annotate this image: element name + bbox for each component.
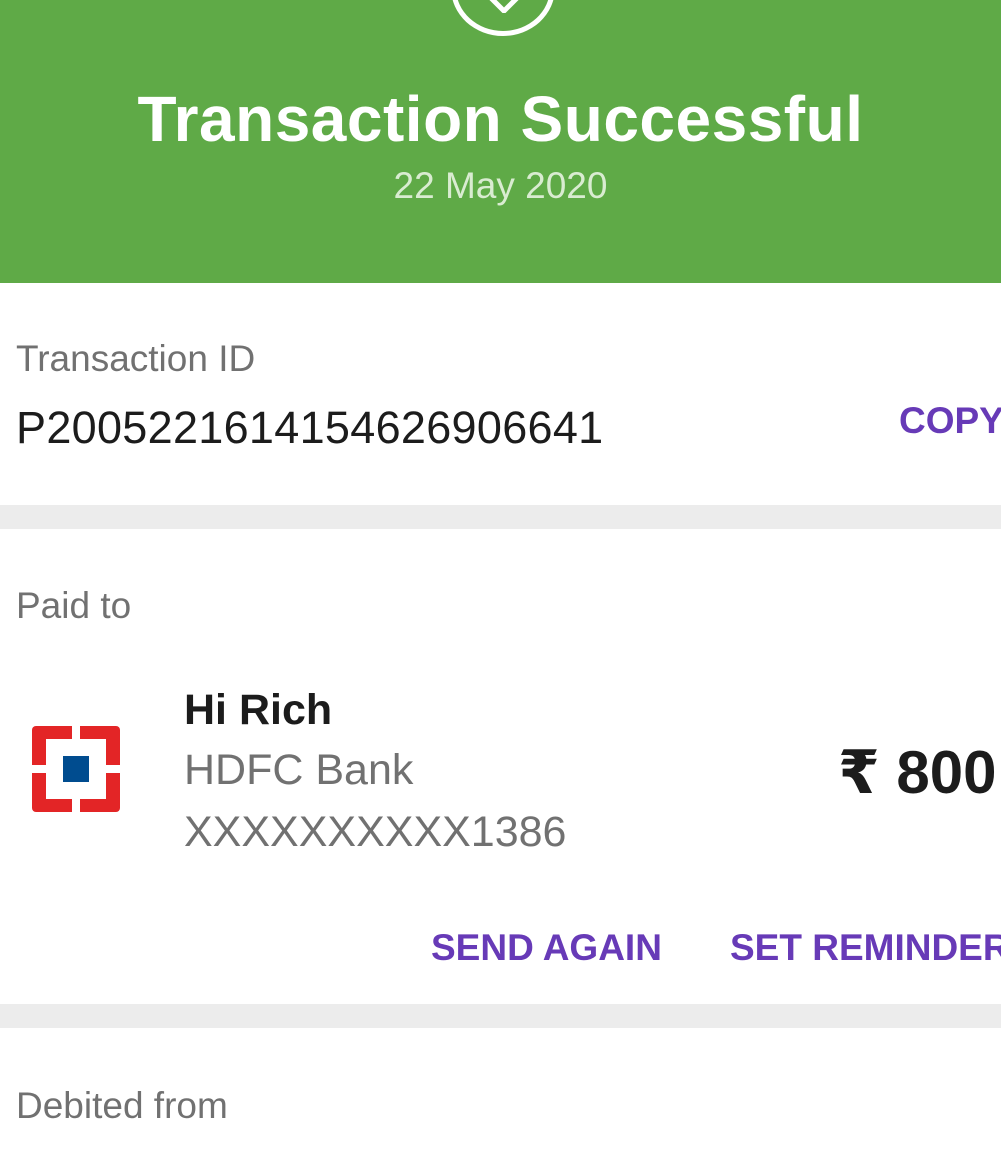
transaction-id-value: P2005221614154626906641 <box>16 402 604 453</box>
page-title: Transaction Successful <box>137 83 864 155</box>
section-divider <box>0 1004 1001 1028</box>
transaction-date: 22 May 2020 <box>393 165 608 206</box>
copy-button[interactable]: COPY <box>899 400 1001 442</box>
send-again-button[interactable]: SEND AGAIN <box>431 927 662 969</box>
section-divider <box>0 505 1001 529</box>
hdfc-bank-logo-icon <box>32 726 120 812</box>
check-circle-icon <box>451 0 555 36</box>
payee-name: Hi Rich <box>184 686 333 734</box>
payee-account-number: XXXXXXXXXX1386 <box>184 808 567 856</box>
amount: ₹ 800 <box>838 739 997 806</box>
transaction-id-section <box>0 283 1001 505</box>
set-reminder-button[interactable]: SET REMINDER <box>730 927 1001 969</box>
debited-from-label: Debited from <box>16 1085 228 1126</box>
paid-to-label: Paid to <box>16 585 132 626</box>
payee-bank: HDFC Bank <box>184 746 414 794</box>
transaction-id-label: Transaction ID <box>16 338 256 379</box>
success-header: Transaction Successful 22 May 2020 <box>0 0 1001 283</box>
